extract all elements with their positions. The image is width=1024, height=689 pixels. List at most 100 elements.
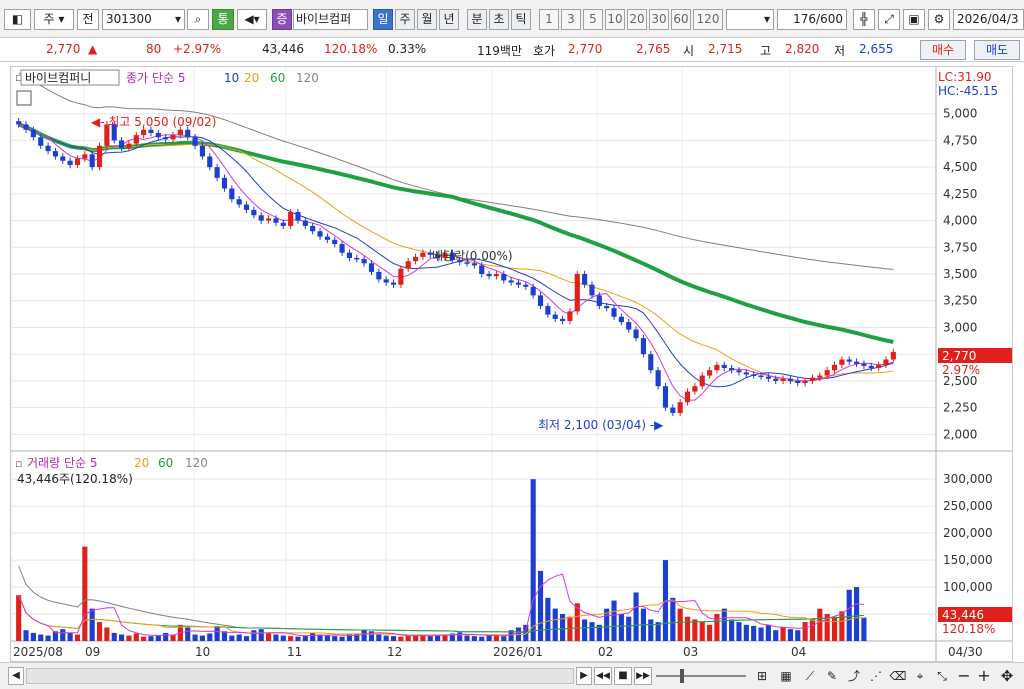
sound-icon[interactable]: ◀︎▾	[237, 9, 267, 30]
fast-forward-icon[interactable]: ▶▶	[634, 667, 652, 685]
candle-body	[707, 370, 713, 376]
interval-1[interactable]: 1	[539, 9, 559, 30]
candle-body	[420, 252, 426, 257]
price-volume-chart[interactable]: 5,000 4,750 4,500 4,250 4,000 3,750 3,500 3,250…	[11, 67, 1012, 661]
volume-bar	[30, 632, 36, 641]
volume-bar	[214, 625, 220, 641]
zoom-out-icon[interactable]: −	[956, 666, 972, 686]
tab-type-button[interactable]: 통	[212, 9, 234, 30]
volume-bar	[589, 622, 595, 641]
candle-body	[163, 137, 169, 140]
scrollbar-track[interactable]	[26, 668, 574, 684]
date-input[interactable]: 2026/04/3	[953, 9, 1024, 30]
zoom-in-icon[interactable]: +	[976, 666, 992, 686]
candle-body	[552, 314, 558, 319]
stop-icon[interactable]: ■	[614, 667, 632, 685]
candle-body	[390, 282, 397, 285]
candle-body	[405, 261, 411, 269]
hc-label: HC:-45.15	[938, 84, 998, 98]
split-view-icon[interactable]: ⊞	[752, 667, 772, 685]
save-icon[interactable]: ▣	[903, 9, 925, 30]
period-week[interactable]: 주	[395, 9, 415, 30]
cursor-icon[interactable]: ⌖	[910, 667, 930, 685]
gear-icon[interactable]: ⚙	[928, 9, 950, 30]
speed-slider-handle[interactable]	[680, 669, 684, 683]
interval-dropdown[interactable]: ▾	[726, 9, 774, 30]
scroll-right-icon[interactable]: ▶	[576, 667, 592, 685]
x-tick-label: 04	[791, 645, 806, 659]
scroll-left-icon[interactable]: ◀	[8, 667, 24, 685]
candle-body	[501, 274, 507, 281]
volume-bar	[310, 632, 316, 641]
last-volume-pct: 120.18%	[942, 622, 995, 636]
period-minute[interactable]: 분	[467, 9, 487, 30]
volume-bar	[361, 630, 367, 641]
volume-legend-ma120: 120	[185, 456, 208, 470]
volume-bar	[486, 635, 492, 641]
count-input[interactable]: 176/600	[777, 9, 847, 30]
period-tick[interactable]: 틱	[511, 9, 531, 30]
volume-bar	[45, 635, 51, 641]
volume-bar	[618, 614, 624, 641]
candle-body	[508, 280, 514, 283]
candle-body	[339, 244, 345, 253]
x-tick-label: 03	[683, 645, 698, 659]
candle-body	[82, 154, 88, 159]
badge-type-button[interactable]: 증	[272, 9, 292, 30]
volume-bar	[38, 634, 44, 641]
bid-price-1: 2,770	[568, 42, 603, 56]
table-icon[interactable]	[16, 90, 32, 106]
x-tick-label: 12	[387, 645, 402, 659]
fib-icon[interactable]: ⋰	[866, 667, 886, 685]
buy-button[interactable]: 매수	[920, 40, 966, 60]
candle-body	[523, 284, 529, 287]
draw-line-icon[interactable]: ⟋	[800, 667, 820, 685]
stock-code-input[interactable]: 301300 ▾	[102, 9, 185, 30]
grid-view-icon[interactable]: ▦	[776, 667, 796, 685]
search-icon[interactable]: ⌕	[187, 9, 209, 30]
candle-type-icon[interactable]: ╬	[853, 9, 875, 30]
interval-60[interactable]: 60	[671, 9, 691, 30]
candle-body	[530, 286, 536, 296]
compare-icon[interactable]: ⤢	[878, 9, 900, 30]
expand-icon[interactable]: ⤡	[932, 667, 952, 685]
candle-body	[89, 154, 95, 168]
legend-ma120: 120	[296, 71, 319, 85]
move-icon[interactable]: ✥	[996, 666, 1018, 686]
volume-bar	[611, 600, 617, 641]
volume-bar	[398, 636, 404, 641]
period-year[interactable]: 년	[439, 9, 459, 30]
period-type-button[interactable]: 전	[77, 9, 99, 30]
low-price: 2,655	[859, 42, 894, 56]
interval-5[interactable]: 5	[583, 9, 603, 30]
volume-bar	[192, 634, 198, 641]
period-second[interactable]: 초	[489, 9, 509, 30]
candle-body	[185, 129, 191, 138]
speed-slider[interactable]	[656, 675, 746, 677]
eraser-icon[interactable]: ⌫	[888, 667, 908, 685]
market-select[interactable]: 주 ▾	[34, 9, 74, 30]
trend-icon[interactable]: ⤴	[844, 667, 864, 685]
candle-body	[332, 239, 338, 245]
chart-menu-icon[interactable]: ◧	[4, 9, 31, 30]
interval-30[interactable]: 30	[649, 9, 669, 30]
volume-bar	[471, 636, 477, 641]
interval-120[interactable]: 120	[693, 9, 723, 30]
interval-10[interactable]: 10	[605, 9, 625, 30]
rewind-icon[interactable]: ◀◀	[594, 667, 612, 685]
price-tick-label: 4,500	[943, 160, 977, 174]
period-day[interactable]: 일	[373, 9, 393, 30]
candle-body	[170, 135, 176, 140]
volume-bar	[16, 595, 22, 641]
volume-current: 43,446주(120.18%)	[17, 472, 133, 486]
interval-20[interactable]: 20	[627, 9, 647, 30]
interval-3[interactable]: 3	[561, 9, 581, 30]
candle-body	[67, 160, 73, 166]
candle-body	[824, 370, 830, 376]
volume-bar	[288, 636, 294, 641]
period-month[interactable]: 월	[417, 9, 437, 30]
sell-button[interactable]: 매도	[974, 40, 1020, 60]
volume-bar	[501, 636, 507, 641]
chevron-down-icon[interactable]: ▾	[175, 10, 181, 29]
pencil-icon[interactable]: ✎	[822, 667, 842, 685]
